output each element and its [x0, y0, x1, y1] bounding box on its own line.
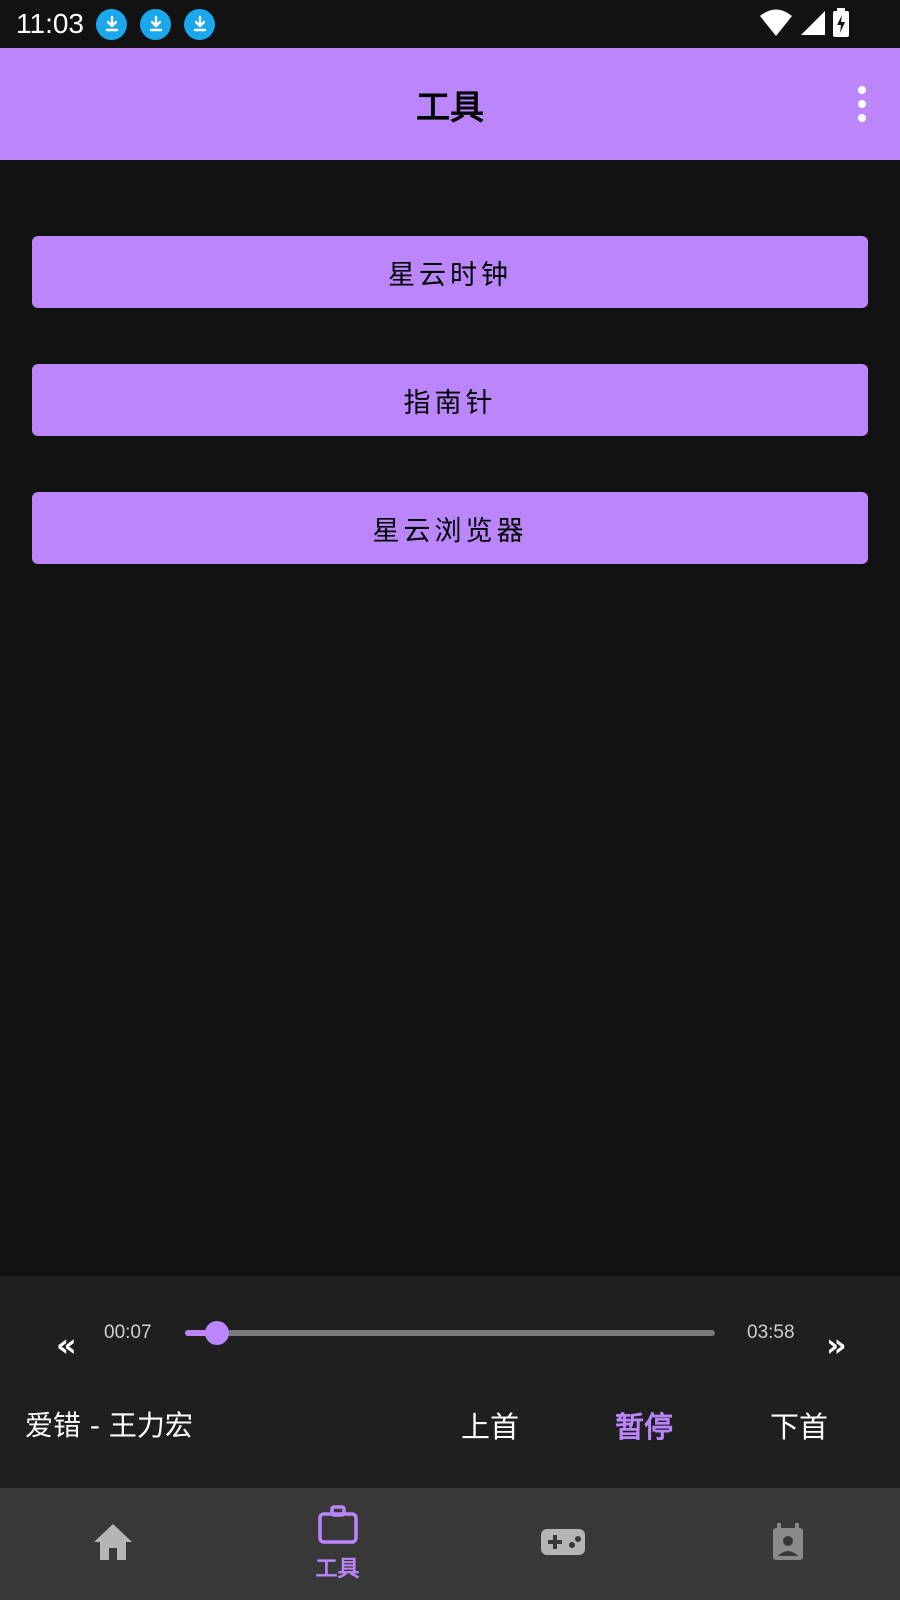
bottom-navigation: 工具 [0, 1488, 900, 1600]
more-vert-icon[interactable] [854, 86, 870, 122]
app-bar: 工具 [0, 48, 900, 160]
nav-item-tools[interactable]: 工具 [225, 1488, 450, 1600]
gamepad-icon [540, 1528, 586, 1560]
fast-forward-button[interactable]: » [826, 1326, 847, 1364]
current-time: 00:07 [104, 1322, 152, 1343]
briefcase-icon [317, 1505, 359, 1549]
compass-button[interactable]: 指南针 [32, 364, 868, 436]
rewind-button[interactable]: « [56, 1326, 77, 1364]
song-title: 爱错 - 王力宏 [25, 1409, 193, 1442]
wifi-icon [760, 9, 792, 41]
button-label: 星云浏览器 [372, 515, 528, 547]
pause-button[interactable]: 暂停 [615, 1404, 673, 1446]
battery-charging-icon [832, 8, 850, 42]
seek-bar[interactable] [185, 1321, 715, 1345]
nebula-clock-button[interactable]: 星云时钟 [32, 236, 868, 308]
music-player: « 00:07 03:58 » 爱错 - 王力宏 上首 暂停 下首 [0, 1276, 900, 1488]
contact-calendar-icon [770, 1522, 806, 1566]
button-label: 指南针 [403, 387, 497, 419]
nav-item-home[interactable] [0, 1488, 225, 1600]
nebula-browser-button[interactable]: 星云浏览器 [32, 492, 868, 564]
button-label: 星云时钟 [388, 259, 512, 291]
seek-thumb[interactable] [204, 1321, 229, 1345]
next-track-button[interactable]: 下首 [770, 1404, 828, 1446]
home-icon [92, 1522, 134, 1566]
nav-label-tools: 工具 [315, 1557, 360, 1582]
status-icons [760, 8, 850, 42]
download-icon [140, 8, 171, 40]
cell-signal-icon [798, 9, 826, 41]
status-bar: 11:03 [0, 0, 900, 48]
download-icon [184, 8, 215, 40]
download-icon [96, 8, 127, 40]
previous-track-button[interactable]: 上首 [461, 1404, 519, 1446]
nav-item-contacts[interactable] [675, 1488, 900, 1600]
page-title: 工具 [416, 87, 484, 128]
total-time: 03:58 [747, 1322, 795, 1343]
nav-item-games[interactable] [450, 1488, 675, 1600]
status-time: 11:03 [16, 8, 84, 39]
